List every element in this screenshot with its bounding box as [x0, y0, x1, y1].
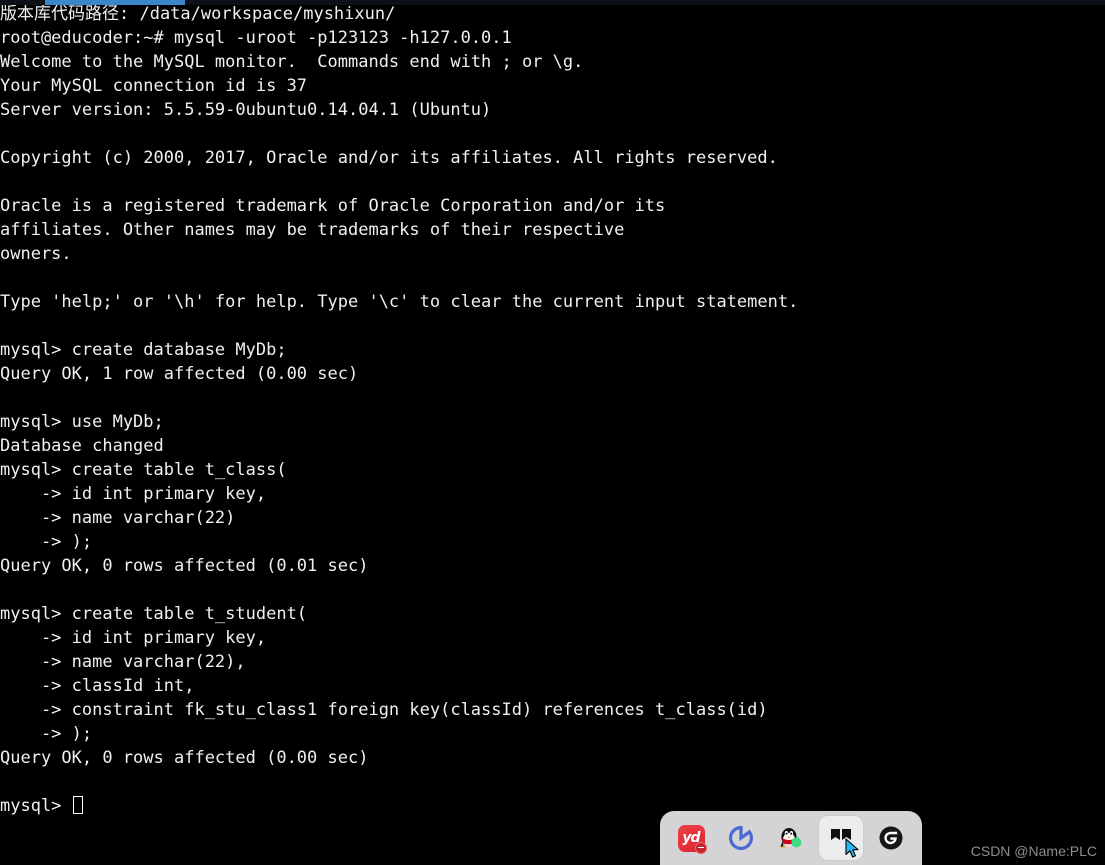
terminal-line: Query OK, 0 rows affected (0.00 sec)	[0, 748, 369, 768]
terminal-line: mysql> create database MyDb;	[0, 340, 287, 360]
terminal-line: Query OK, 1 row affected (0.00 sec)	[0, 364, 359, 384]
terminal-line: 版本库代码路径: /data/workspace/myshixun/	[0, 4, 396, 24]
terminal-cursor	[72, 796, 83, 814]
youdao-dictionary-icon: yd	[677, 824, 707, 854]
windows-flag-icon	[829, 826, 853, 850]
terminal-line: Type 'help;' or '\h' for help. Type '\c'…	[0, 292, 799, 312]
logitech-g-icon	[878, 825, 904, 851]
top-selection-highlight	[45, 0, 185, 5]
terminal-line: Server version: 5.5.59-0ubuntu0.14.04.1 …	[0, 100, 492, 120]
terminal-prompt: mysql>	[0, 796, 72, 816]
terminal-line: Your MySQL connection id is 37	[0, 76, 308, 96]
browser-circle-icon	[728, 825, 754, 851]
dock-item-browser[interactable]	[719, 816, 763, 860]
dock-item-youdao-dictionary[interactable]: yd	[669, 816, 713, 860]
youdao-badge-icon	[694, 841, 707, 854]
terminal-prompt-line[interactable]: mysql>	[0, 794, 1105, 818]
csdn-watermark: CSDN @Name:PLC	[970, 843, 1097, 859]
terminal-line: -> id int primary key,	[0, 484, 267, 504]
terminal-line: Query OK, 0 rows affected (0.01 sec)	[0, 556, 369, 576]
terminal-line: mysql> create table t_student(	[0, 604, 308, 624]
qq-penguin-icon	[776, 823, 806, 853]
terminal-line: owners.	[0, 244, 72, 264]
taskbar-dock[interactable]: yd	[660, 811, 922, 865]
terminal-line: Welcome to the MySQL monitor. Commands e…	[0, 52, 584, 72]
terminal-line: mysql> create table t_class(	[0, 460, 287, 480]
terminal-line: mysql> use MyDb;	[0, 412, 164, 432]
terminal-line: affiliates. Other names may be trademark…	[0, 220, 625, 240]
terminal-line: Database changed	[0, 436, 164, 456]
terminal-line: -> classId int,	[0, 676, 195, 696]
terminal-line: -> name varchar(22)	[0, 508, 236, 528]
terminal-line: -> id int primary key,	[0, 628, 267, 648]
terminal-line: -> constraint fk_stu_class1 foreign key(…	[0, 700, 768, 720]
dock-item-windows-start[interactable]	[819, 816, 863, 860]
terminal-line: -> );	[0, 724, 93, 744]
terminal-line: -> );	[0, 532, 93, 552]
dock-item-qq[interactable]	[769, 816, 813, 860]
dock-item-logitech-options[interactable]	[869, 816, 913, 860]
terminal-output[interactable]: 版本库代码路径: /data/workspace/myshixun/root@e…	[0, 0, 1105, 865]
terminal-line: Copyright (c) 2000, 2017, Oracle and/or …	[0, 148, 778, 168]
terminal-line: Oracle is a registered trademark of Orac…	[0, 196, 666, 216]
terminal-line: -> name varchar(22),	[0, 652, 246, 672]
terminal-line: root@educoder:~# mysql -uroot -p123123 -…	[0, 28, 512, 48]
